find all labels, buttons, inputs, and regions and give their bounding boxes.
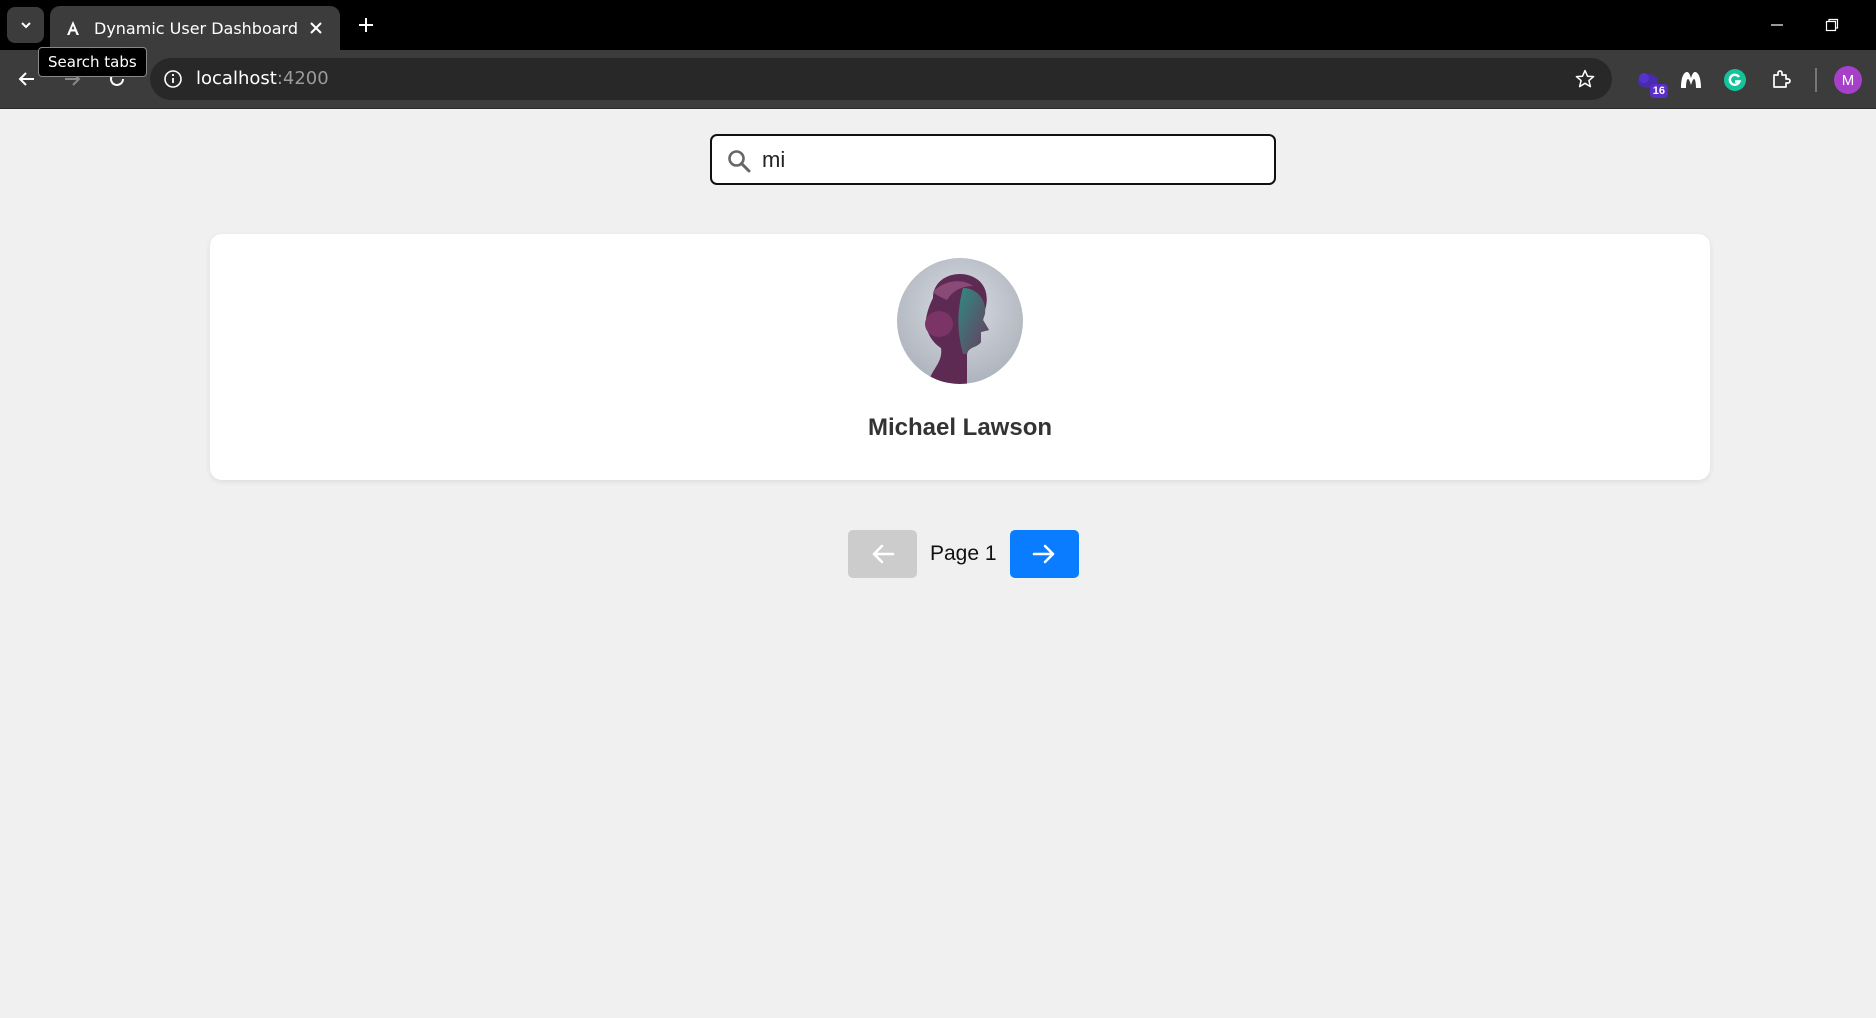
url-text: localhost:4200 (196, 68, 329, 89)
browser-toolbar: localhost:4200 16 M (0, 50, 1876, 109)
user-name: Michael Lawson (867, 414, 1053, 441)
extension-cloud-icon[interactable]: 16 (1634, 66, 1668, 98)
new-tab-plus-icon[interactable] (353, 12, 379, 38)
site-info-icon[interactable] (162, 68, 184, 90)
toolbar-separator (1815, 68, 1817, 92)
address-bar[interactable]: localhost:4200 (150, 58, 1612, 100)
bookmark-star-icon[interactable] (1574, 68, 1596, 90)
next-page-button[interactable] (1009, 530, 1079, 578)
tab-close-icon[interactable] (306, 18, 326, 38)
user-search-box[interactable] (710, 134, 1276, 185)
search-icon (728, 150, 751, 173)
url-host: localhost (196, 68, 277, 89)
browser-tab-strip: Dynamic User Dashboard (0, 0, 1876, 50)
user-card[interactable]: Michael Lawson (210, 234, 1710, 480)
tab-search-button[interactable] (7, 7, 44, 43)
url-port: :4200 (276, 68, 329, 89)
search-input[interactable] (762, 144, 1262, 176)
restore-window-icon[interactable] (1817, 10, 1847, 40)
angular-logo-icon (64, 19, 82, 37)
previous-page-button[interactable] (848, 530, 917, 578)
extension-badge: 16 (1649, 84, 1668, 98)
malwarebytes-icon[interactable] (1677, 66, 1705, 94)
tab-title: Dynamic User Dashboard (94, 18, 299, 38)
page-label: Page 1 (930, 542, 997, 565)
minimize-window-icon[interactable] (1762, 10, 1792, 40)
profile-avatar[interactable]: M (1834, 66, 1862, 94)
avatar (897, 258, 1023, 384)
arrow-right-icon (1032, 544, 1055, 564)
extensions-puzzle-icon[interactable] (1767, 66, 1795, 94)
arrow-left-icon (872, 544, 894, 564)
grammarly-icon[interactable] (1721, 66, 1749, 94)
browser-tab[interactable]: Dynamic User Dashboard (50, 6, 340, 50)
pagination: Page 1 (848, 530, 1079, 578)
search-tabs-tooltip: Search tabs (38, 47, 147, 77)
chevron-down-icon (20, 22, 31, 29)
